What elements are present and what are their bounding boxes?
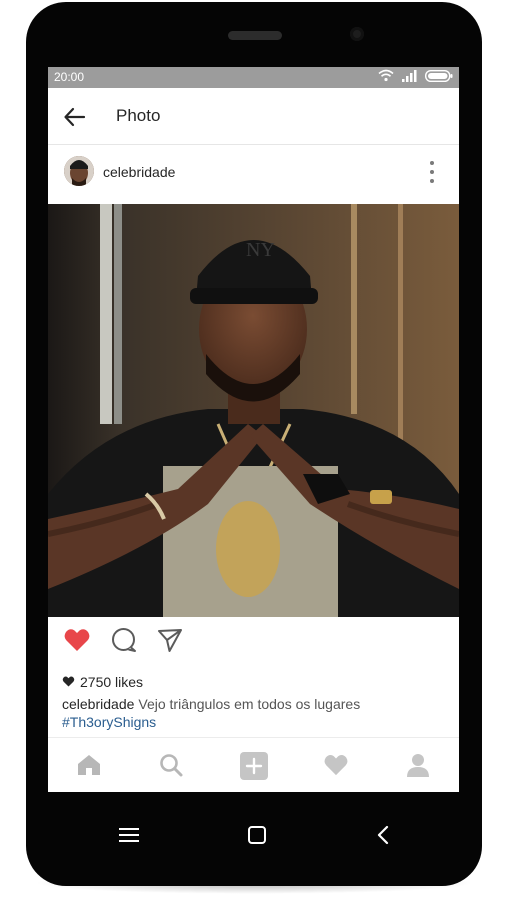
- bottom-tab-bar: [48, 737, 459, 792]
- android-nav-bar: [26, 802, 482, 872]
- svg-text:NY: NY: [246, 239, 275, 261]
- add-icon[interactable]: [240, 752, 268, 780]
- app-screen: 20:00 Photo celebridade NY 2750 likes ce…: [48, 67, 459, 792]
- post-photo[interactable]: NY: [48, 204, 459, 617]
- avatar[interactable]: [64, 156, 94, 186]
- back-chevron-icon[interactable]: [371, 822, 397, 848]
- battery-icon: [424, 69, 453, 87]
- heart-icon[interactable]: [323, 752, 349, 778]
- status-time: 20:00: [54, 70, 85, 84]
- post-username[interactable]: celebridade: [103, 164, 175, 180]
- search-icon[interactable]: [158, 752, 184, 778]
- status-bar: 20:00: [48, 67, 459, 88]
- caption-username[interactable]: celebridade: [62, 696, 134, 712]
- small-heart-icon: [62, 674, 75, 690]
- post-actions: [48, 617, 459, 665]
- post-header: celebridade: [48, 145, 459, 203]
- share-send-icon[interactable]: [156, 626, 184, 654]
- front-camera: [350, 27, 364, 41]
- wifi-icon: [378, 69, 394, 87]
- profile-icon[interactable]: [405, 752, 431, 778]
- caption-hashtag[interactable]: #Th3oryShigns: [62, 713, 447, 731]
- likes-text: 2750 likes: [80, 674, 144, 690]
- app-bar: Photo: [48, 88, 459, 145]
- like-heart-icon[interactable]: [63, 626, 91, 654]
- caption-text: Vejo triângulos em todos os lugares: [138, 696, 361, 712]
- more-vertical-icon[interactable]: [425, 161, 439, 183]
- page-title: Photo: [116, 106, 161, 125]
- comment-icon[interactable]: [110, 626, 138, 654]
- post-caption: celebridade Vejo triângulos em todos os l…: [62, 695, 447, 731]
- home-icon[interactable]: [76, 752, 102, 778]
- earpiece-speaker: [228, 31, 282, 40]
- signal-icon: [402, 69, 417, 87]
- likes-count[interactable]: 2750 likes: [62, 674, 143, 690]
- home-square-icon[interactable]: [244, 822, 270, 848]
- menu-icon[interactable]: [116, 822, 142, 848]
- back-arrow-icon[interactable]: [62, 104, 88, 130]
